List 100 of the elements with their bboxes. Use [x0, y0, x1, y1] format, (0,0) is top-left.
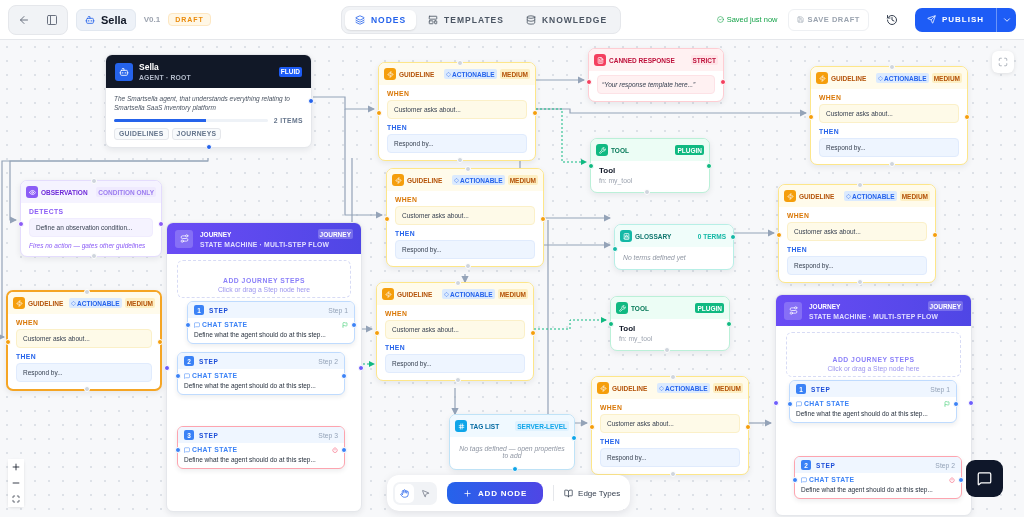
connection-handle[interactable]: [889, 161, 895, 167]
connection-handle[interactable]: [958, 477, 964, 483]
connection-handle[interactable]: [84, 289, 90, 295]
connection-handle[interactable]: [670, 471, 676, 477]
connection-handle[interactable]: [158, 221, 164, 227]
connection-handle[interactable]: [465, 263, 471, 269]
arrow-left-icon: [18, 13, 30, 26]
book-icon: [564, 488, 574, 498]
view-tab[interactable]: NODES: [344, 9, 417, 30]
connection-handle[interactable]: [787, 401, 793, 407]
connection-handle[interactable]: [670, 374, 676, 380]
check-circle-icon: [716, 16, 724, 23]
hand-icon: [400, 488, 409, 498]
document-icon: [594, 54, 606, 66]
connection-handle[interactable]: [206, 143, 212, 150]
connection-handle[interactable]: [455, 377, 461, 383]
connection-handle[interactable]: [808, 114, 814, 120]
view-tab[interactable]: KNOWLEDGE: [515, 9, 618, 30]
connection-handle[interactable]: [857, 182, 863, 188]
lightning-icon: [384, 68, 396, 80]
diamond-icon: [659, 385, 665, 391]
journey-node[interactable]: [775, 294, 972, 516]
connection-handle[interactable]: [5, 339, 11, 345]
connection-handle[interactable]: [18, 221, 24, 227]
fit-view-button[interactable]: [8, 491, 24, 507]
connection-handle[interactable]: [664, 347, 671, 353]
connection-handle[interactable]: [706, 163, 712, 169]
connection-handle[interactable]: [932, 232, 938, 238]
power-icon: [949, 476, 955, 483]
connection-handle[interactable]: [374, 330, 380, 336]
connection-handle[interactable]: [588, 163, 594, 169]
connection-handle[interactable]: [857, 279, 863, 285]
connection-handle[interactable]: [376, 110, 382, 116]
connection-handle[interactable]: [968, 400, 974, 406]
connection-handle[interactable]: [341, 373, 347, 379]
connection-handle[interactable]: [889, 64, 895, 70]
expand-icon: [998, 57, 1008, 67]
agent-chip[interactable]: Sella: [76, 8, 136, 31]
connector-arrow: [535, 76, 586, 84]
view-tab[interactable]: TEMPLATES: [418, 9, 514, 30]
connection-handle[interactable]: [91, 253, 97, 259]
diamond-icon: [454, 177, 460, 183]
connection-handle[interactable]: [608, 321, 614, 327]
plus-icon: [463, 488, 472, 498]
connection-handle[interactable]: [745, 424, 751, 430]
pointer-icon: [421, 488, 430, 498]
connection-handle[interactable]: [773, 400, 779, 406]
connection-handle[interactable]: [726, 321, 732, 327]
agent-name: Sella: [139, 62, 160, 72]
journey-node[interactable]: [166, 222, 362, 512]
connection-handle[interactable]: [532, 110, 538, 116]
template-icon: [428, 14, 439, 25]
version-label: V0.1: [143, 15, 161, 24]
wrench-icon: [596, 144, 608, 156]
robot-icon: [85, 14, 95, 25]
message-icon: [184, 446, 190, 453]
connection-handle[interactable]: [185, 322, 191, 328]
connection-handle[interactable]: [384, 216, 390, 222]
hash-icon: [455, 420, 467, 432]
connection-handle[interactable]: [540, 216, 546, 222]
zoom-in-button[interactable]: [8, 459, 24, 475]
connection-handle[interactable]: [457, 60, 463, 66]
message-icon: [801, 476, 807, 483]
connection-handle[interactable]: [792, 477, 798, 483]
send-icon: [926, 15, 936, 24]
connection-handle[interactable]: [589, 424, 595, 430]
connection-handle[interactable]: [358, 365, 364, 371]
fit-view-button[interactable]: [992, 51, 1014, 73]
chat-button[interactable]: [966, 460, 1003, 497]
diamond-icon: [444, 291, 450, 297]
connection-handle[interactable]: [455, 280, 461, 286]
edge-types-button[interactable]: Edge Types: [564, 488, 621, 498]
connection-handle[interactable]: [953, 401, 959, 407]
connection-handle[interactable]: [512, 466, 518, 472]
connection-handle[interactable]: [175, 447, 181, 453]
connection-handle[interactable]: [586, 79, 592, 85]
connection-handle[interactable]: [530, 330, 536, 336]
hand-tool-button[interactable]: [395, 483, 414, 503]
connection-handle[interactable]: [308, 98, 314, 104]
book-icon: [620, 230, 632, 242]
wrench-icon: [616, 302, 628, 314]
connection-handle[interactable]: [84, 386, 90, 392]
connection-handle[interactable]: [720, 79, 726, 85]
add-node-button[interactable]: ADD NODE: [447, 482, 544, 504]
connection-handle[interactable]: [612, 246, 618, 252]
connection-handle[interactable]: [730, 234, 736, 240]
plus-icon: [11, 462, 21, 472]
connection-handle[interactable]: [341, 447, 347, 453]
connector-arrow: [461, 273, 469, 284]
diamond-icon: [446, 71, 452, 77]
connection-handle[interactable]: [571, 435, 577, 441]
tool-name: Tool: [619, 324, 637, 333]
connection-handle[interactable]: [964, 114, 970, 120]
connection-handle[interactable]: [351, 322, 357, 328]
connection-handle[interactable]: [644, 189, 651, 195]
connection-handle[interactable]: [91, 178, 97, 184]
connection-handle[interactable]: [157, 339, 163, 345]
flag-icon: [342, 321, 348, 328]
connection-handle[interactable]: [776, 232, 782, 238]
lightning-icon: [13, 297, 25, 309]
